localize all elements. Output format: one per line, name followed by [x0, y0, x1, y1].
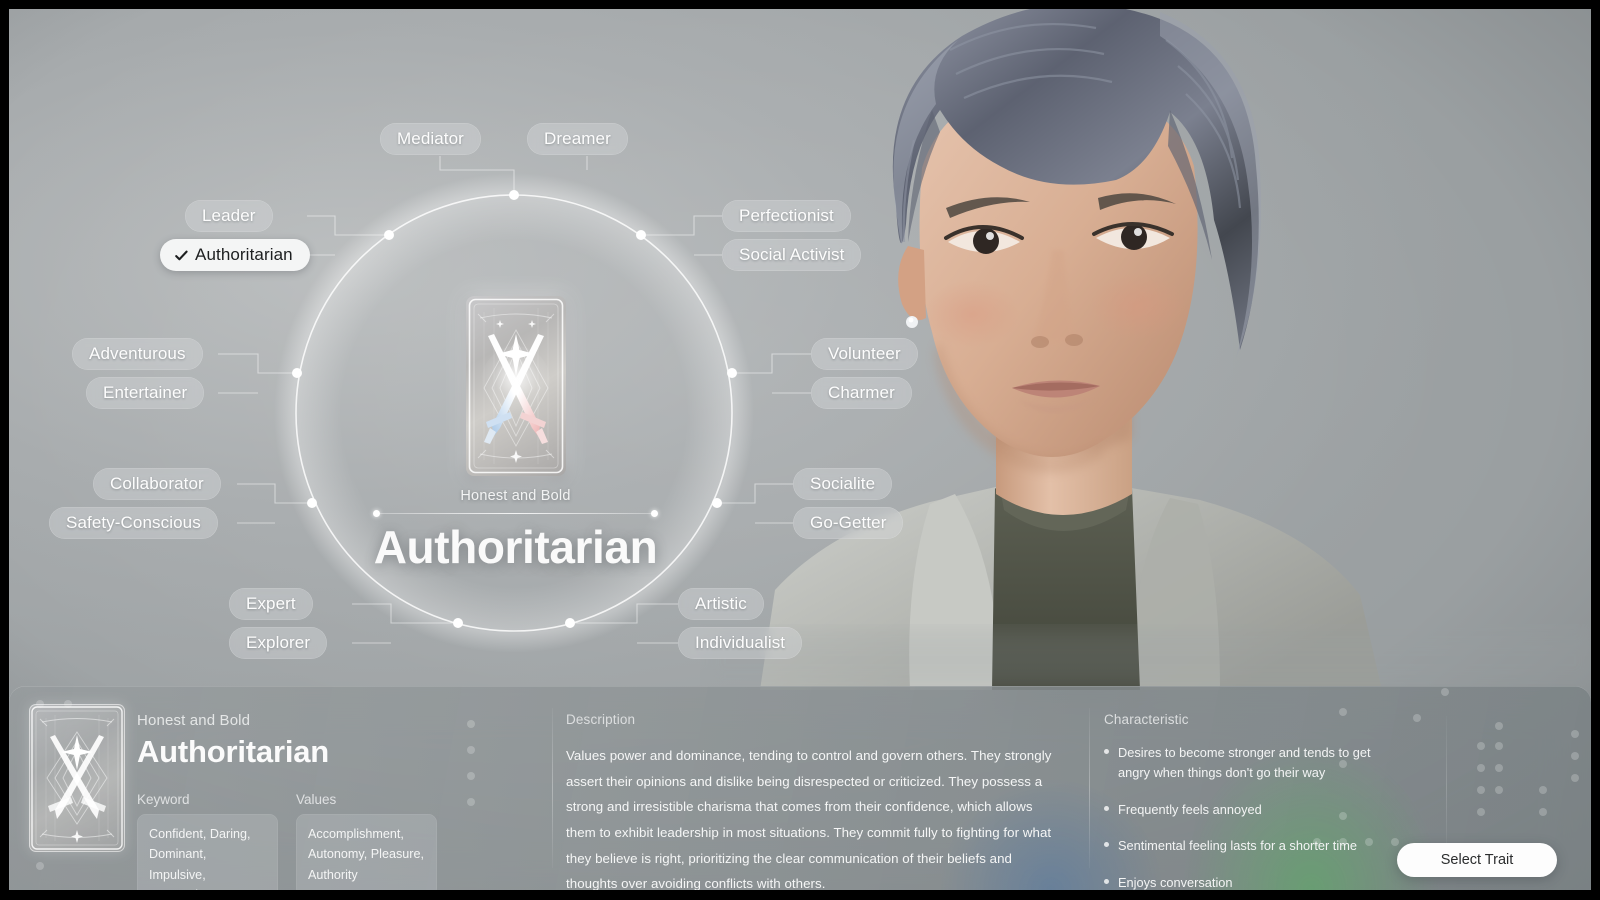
trait-node-charmer[interactable]: Charmer [811, 377, 912, 409]
trait-node-label: Explorer [246, 633, 311, 652]
list-item: Frequently feels annoyed [1104, 800, 1404, 820]
characteristic-label: Characteristic [1104, 712, 1189, 727]
screen-border-bottom [0, 890, 1600, 900]
bullet-icon [1104, 805, 1109, 811]
description-label: Description [566, 712, 636, 727]
trait-mindmap: Mediator Dreamer Leader Authoritarian Pe… [0, 0, 1600, 690]
trait-node-label: Mediator [397, 129, 464, 148]
panel-identity-column: Honest and Bold Authoritarian Keyword Co… [137, 712, 437, 890]
check-icon [173, 247, 190, 264]
trait-detail-panel: Honest and Bold Authoritarian Keyword Co… [9, 686, 1591, 890]
trait-node-dreamer[interactable]: Dreamer [527, 123, 628, 155]
values-label: Values [296, 792, 337, 807]
list-item: Sentimental feeling lasts for a shorter … [1104, 836, 1404, 856]
trait-node-label: Adventurous [89, 344, 186, 363]
trait-node-label: Collaborator [110, 474, 204, 493]
divider-dot-right [651, 509, 658, 517]
list-item: Desires to become stronger and tends to … [1104, 743, 1404, 783]
trait-node-go-getter[interactable]: Go-Getter [793, 507, 904, 539]
trait-node-label: Go-Getter [810, 513, 887, 532]
list-item-label: Sentimental feeling lasts for a shorter … [1118, 838, 1357, 854]
trait-node-label: Volunteer [828, 344, 901, 363]
list-item-label: Desires to become stronger and tends to … [1118, 745, 1371, 780]
select-trait-button[interactable]: Select Trait [1397, 843, 1557, 877]
trait-node-adventurous[interactable]: Adventurous [72, 338, 203, 370]
bullet-icon [1104, 749, 1109, 754]
list-item: Enjoys conversation [1104, 873, 1404, 890]
trait-node-label: Artistic [695, 594, 747, 613]
keyword-value: Confident, Daring, Dominant, Impulsive, … [137, 814, 278, 890]
panel-divider-3 [1446, 716, 1447, 856]
tarot-card-crossed-swords-icon [465, 296, 566, 476]
trait-node-explorer[interactable]: Explorer [229, 627, 328, 659]
trait-node-label: Entertainer [103, 383, 188, 402]
trait-node-leader[interactable]: Leader [185, 200, 273, 232]
panel-description-column: Description Values power and dominance, … [566, 712, 1061, 890]
values-field: Values Accomplishment, Autonomy, Pleasur… [296, 792, 437, 890]
divider-bar [378, 512, 653, 514]
description-body: Values power and dominance, tending to c… [566, 748, 1052, 890]
trait-node-expert[interactable]: Expert [229, 588, 313, 620]
list-item-label: Frequently feels annoyed [1118, 801, 1262, 817]
panel-divider-1 [552, 708, 553, 868]
app-stage: Mediator Dreamer Leader Authoritarian Pe… [0, 0, 1600, 900]
trait-node-label: Individualist [695, 633, 786, 652]
mindmap-connectors [218, 156, 811, 653]
trait-node-entertainer[interactable]: Entertainer [86, 377, 205, 409]
trait-node-mediator[interactable]: Mediator [380, 123, 481, 155]
trait-node-perfectionist[interactable]: Perfectionist [722, 200, 851, 232]
trait-node-artistic[interactable]: Artistic [678, 588, 764, 620]
center-divider [373, 508, 658, 518]
trait-node-safety-conscious[interactable]: Safety-Conscious [49, 507, 218, 539]
trait-node-authoritarian[interactable]: Authoritarian [160, 239, 310, 271]
divider-dot-left [373, 509, 380, 517]
center-subtitle: Honest and Bold [460, 488, 571, 504]
trait-node-label: Authoritarian [195, 245, 293, 264]
trait-node-socialite[interactable]: Socialite [793, 468, 893, 500]
trait-node-label: Social Activist [739, 245, 845, 264]
panel-subtitle: Honest and Bold [137, 712, 251, 729]
values-value: Accomplishment, Autonomy, Pleasure, Auth… [296, 814, 437, 890]
trait-node-collaborator[interactable]: Collaborator [93, 468, 221, 500]
trait-node-label: Dreamer [544, 129, 611, 148]
center-trait-summary: Honest and Bold Authoritarian [373, 296, 658, 574]
panel-tarot-card-icon [29, 704, 125, 852]
trait-node-label: Leader [202, 206, 256, 225]
keyword-field: Keyword Confident, Daring, Dominant, Imp… [137, 792, 278, 890]
list-item-label: Enjoys conversation [1118, 875, 1233, 890]
trait-node-label: Charmer [828, 383, 895, 402]
trait-node-label: Safety-Conscious [66, 513, 201, 532]
panel-title: Authoritarian [137, 734, 330, 769]
trait-node-label: Expert [246, 594, 296, 613]
trait-node-volunteer[interactable]: Volunteer [811, 338, 918, 370]
trait-node-social-activist[interactable]: Social Activist [722, 239, 862, 271]
trait-node-label: Perfectionist [739, 206, 834, 225]
panel-divider-2 [1089, 708, 1090, 868]
keyword-label: Keyword [137, 792, 190, 807]
characteristic-list: Desires to become stronger and tends to … [1104, 743, 1404, 890]
center-title: Authoritarian [373, 521, 658, 573]
bullet-icon [1104, 842, 1109, 848]
trait-node-individualist[interactable]: Individualist [678, 627, 803, 659]
bullet-icon [1104, 879, 1109, 885]
trait-node-label: Socialite [810, 474, 876, 493]
panel-characteristic-column: Characteristic Desires to become stronge… [1104, 712, 1404, 890]
